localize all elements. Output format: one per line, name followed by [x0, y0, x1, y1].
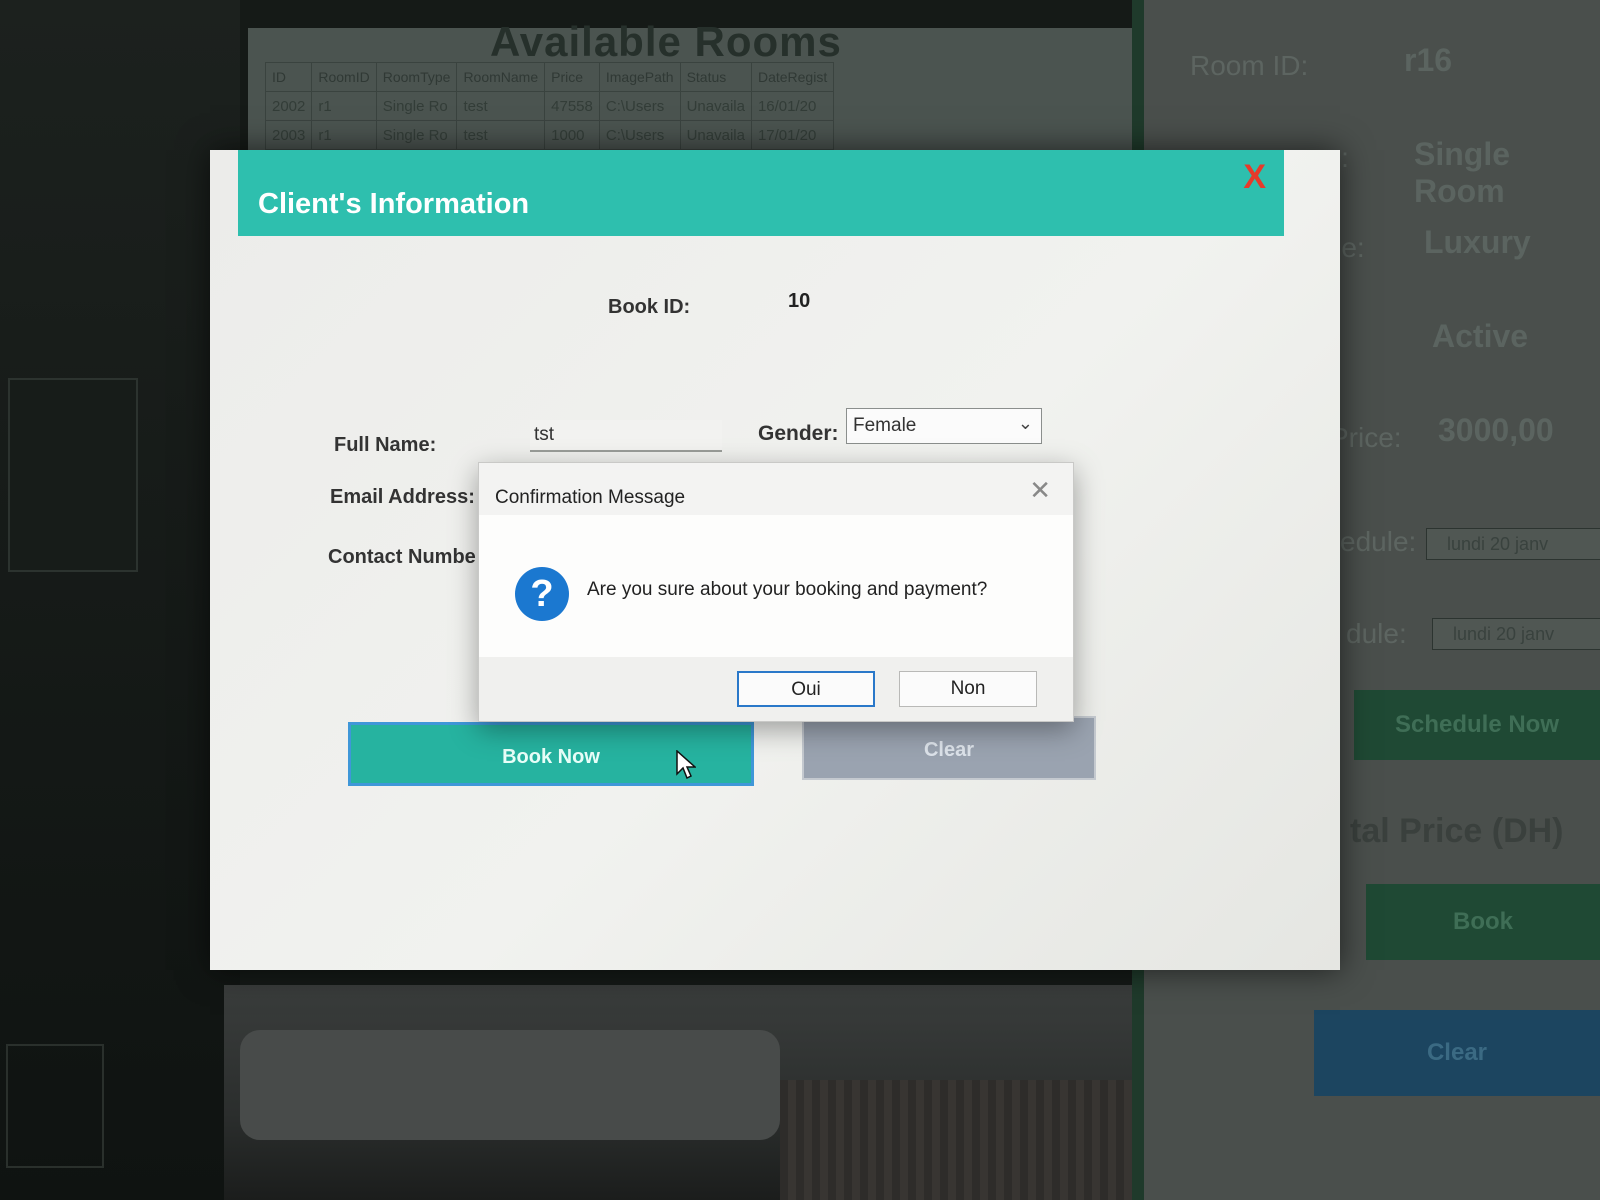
rooms-table: ID RoomID RoomType RoomName Price ImageP… — [264, 62, 835, 150]
confirmation-dialog: Confirmation Message ✕ ? Are you sure ab… — [478, 462, 1074, 722]
schedule-from-date-value: lundi 20 janv — [1447, 534, 1549, 554]
table-header-row: ID RoomID RoomType RoomName Price ImageP… — [264, 62, 835, 92]
room-status-value: Active — [1432, 318, 1529, 354]
schedule-from-label: edule: — [1340, 526, 1417, 557]
table-cell: r1 — [311, 120, 377, 150]
book-button[interactable]: Book — [1366, 884, 1600, 960]
table-header-cell: RoomName — [456, 62, 546, 92]
table-header-cell: ImagePath — [598, 62, 681, 92]
confirmation-dialog-header: Confirmation Message ✕ — [479, 463, 1073, 515]
table-cell: Single Ro — [375, 120, 458, 150]
email-label: Email Address: — [330, 486, 475, 508]
background-left-panel — [0, 0, 240, 1200]
room-type-value: Single Room — [1414, 136, 1511, 209]
full-name-input[interactable] — [530, 420, 722, 452]
chevron-down-icon: ⌄ — [1017, 413, 1033, 433]
schedule-to-date-value: lundi 20 janv — [1453, 624, 1555, 644]
room-photo-floor — [780, 1080, 1140, 1200]
table-row: 2002 r1 Single Ro test 47558 C:\Users Un… — [264, 91, 835, 121]
table-cell: r1 — [311, 91, 377, 121]
rooms-title: Available Rooms — [490, 18, 842, 65]
table-cell: test — [456, 120, 546, 150]
gender-select[interactable]: Female ⌄ — [846, 408, 1042, 444]
book-id-label: Book ID: — [608, 296, 691, 318]
table-header-cell: RoomID — [311, 62, 377, 92]
table-cell: Unavaila — [679, 120, 752, 150]
schedule-from-date-picker[interactable]: lundi 20 janv — [1426, 528, 1600, 560]
schedule-now-button[interactable]: Schedule Now — [1354, 690, 1600, 760]
close-icon[interactable]: ✕ — [1029, 475, 1051, 506]
close-icon[interactable]: X — [1243, 158, 1266, 197]
clear-button[interactable]: Clear — [802, 716, 1096, 780]
total-price-label: tal Price (DH) — [1350, 812, 1564, 850]
confirmation-dialog-title: Confirmation Message — [495, 487, 686, 508]
table-cell: Single Ro — [375, 91, 458, 121]
gender-selected-value: Female — [853, 415, 917, 436]
room-name-value: Luxury — [1424, 224, 1531, 260]
table-cell: C:\Users — [598, 91, 681, 121]
confirmation-message: Are you sure about your booking and paym… — [587, 579, 988, 600]
room-price-value: 3000,00 — [1438, 412, 1554, 448]
table-header-cell: Price — [544, 62, 600, 92]
book-id-value: 10 — [788, 290, 811, 312]
question-icon: ? — [515, 567, 569, 621]
table-cell: 1000 — [544, 120, 600, 150]
table-cell: 16/01/20 — [750, 91, 835, 121]
gender-label: Gender: — [758, 422, 839, 445]
table-cell: 2002 — [264, 91, 313, 121]
table-cell: Unavaila — [679, 91, 752, 121]
table-cell: C:\Users — [598, 120, 681, 150]
yes-button[interactable]: Oui — [737, 671, 875, 707]
background-left-box-bottom — [6, 1044, 104, 1168]
full-name-label: Full Name: — [334, 434, 437, 456]
background-left-box — [8, 378, 138, 572]
table-row: 2003 r1 Single Ro test 1000 C:\Users Una… — [264, 120, 835, 150]
client-info-title: Client's Information — [258, 188, 530, 220]
schedule-to-date-picker[interactable]: lundi 20 janv — [1432, 618, 1600, 650]
table-cell: 47558 — [544, 91, 600, 121]
no-button[interactable]: Non — [899, 671, 1037, 707]
schedule-to-label: dule: — [1346, 618, 1407, 649]
table-cell: test — [456, 91, 546, 121]
table-header-cell: ID — [264, 62, 313, 92]
room-id-label: Room ID: — [1190, 50, 1309, 81]
table-header-cell: RoomType — [375, 62, 458, 92]
table-cell: 2003 — [264, 120, 313, 150]
client-info-titlebar: Client's Information X — [238, 150, 1284, 236]
table-cell: 17/01/20 — [750, 120, 835, 150]
contact-number-label: Contact Numbe — [328, 546, 476, 568]
table-header-cell: Status — [679, 62, 752, 92]
room-price-label: Price: — [1330, 422, 1402, 453]
mouse-cursor-icon — [676, 750, 696, 780]
table-header-cell: DateRegist — [750, 62, 835, 92]
clear-button-background[interactable]: Clear — [1314, 1010, 1600, 1096]
room-id-value: r16 — [1404, 42, 1453, 78]
room-photo-bed — [240, 1030, 780, 1140]
